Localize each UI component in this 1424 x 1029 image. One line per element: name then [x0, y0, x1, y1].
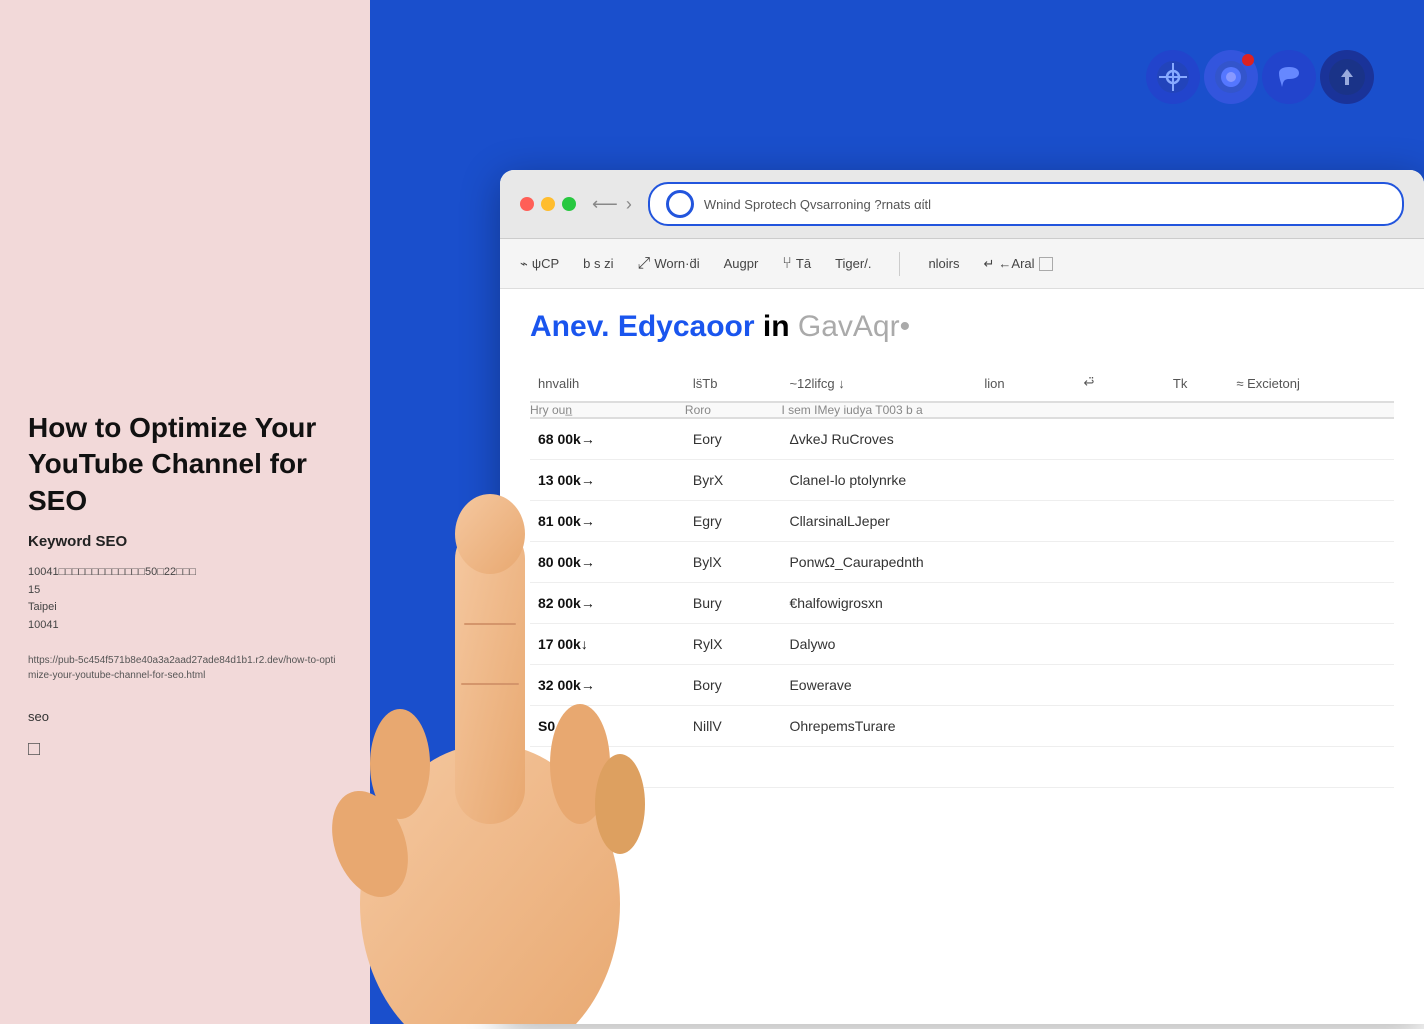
cell-volume: 8F 00k→ — [530, 747, 685, 788]
col-header-2[interactable]: ls̈Tb — [685, 365, 782, 402]
fork-icon: ⑂ — [782, 255, 792, 273]
table-row: 80 00k→ BylX PonwΩ_Caurapednth — [530, 542, 1394, 583]
col-header-5[interactable]: ↩̈ — [1076, 365, 1132, 402]
seo-icon: □ — [28, 738, 342, 761]
sub-header-2: Roro — [685, 402, 782, 418]
social-icons-area — [1146, 50, 1374, 104]
nav-back-icon[interactable]: ⟵ — [592, 194, 618, 215]
cell-col2 — [685, 747, 782, 788]
browser-chrome: ⟵ › Wnind Sprotech Qvsarroning ?rnats αί… — [500, 170, 1424, 239]
cell-col3: CllarsinalLJeper — [781, 501, 1394, 542]
cell-volume: 17 00k↓ — [530, 624, 685, 665]
arrow-icon: ↵ — [984, 256, 995, 272]
cell-col2: ByrX — [685, 460, 782, 501]
cell-col2: Egry — [685, 501, 782, 542]
nav-item-3[interactable]: ⤢ Worn·d̈i — [638, 247, 700, 281]
search-circle-icon — [666, 190, 694, 218]
search-bar-text: Wnind Sprotech Qvsarroning ?rnats αίtl — [704, 197, 1386, 212]
cell-volume: 68 00k→ — [530, 418, 685, 460]
traffic-light-green[interactable] — [562, 197, 576, 211]
cell-col3 — [781, 747, 1394, 788]
col-header-6[interactable] — [1132, 365, 1165, 402]
cell-col3: PonwΩ_Caurapednth — [781, 542, 1394, 583]
cell-col2: RylX — [685, 624, 782, 665]
cell-volume: 32 00k→ — [530, 665, 685, 706]
nav-item-7[interactable]: nloirs — [928, 248, 959, 279]
data-table: hnvalih ls̈Tb ~12lifcg ↓ lion ↩̈ Tk ≈ Ex… — [530, 365, 1394, 788]
cell-volume: 82 00k→ — [530, 583, 685, 624]
browser-navbar: ⌁ ψCP b s zi ⤢ Worn·d̈i Augpr ⑂ Tā Tiger… — [500, 239, 1424, 289]
browser-window: ⟵ › Wnind Sprotech Qvsarroning ?rnats αί… — [500, 170, 1424, 1024]
social-icon-2[interactable] — [1204, 50, 1258, 104]
cell-col3: ClaneI-lo ptolynrke — [781, 460, 1394, 501]
cell-volume: S0 00k→ — [530, 706, 685, 747]
page-title-black: in — [763, 310, 790, 343]
table-row: 82 00k→ Bury €halfowigrosxn — [530, 583, 1394, 624]
table-row: 68 00k→ Eory ΔvkeJ RuCroves — [530, 418, 1394, 460]
nav-item-8[interactable]: ↵ ←Aral — [984, 248, 1053, 280]
cell-col2: Eory — [685, 418, 782, 460]
page-title: Anev. Edycaoor in GavAqr• — [530, 309, 1394, 345]
cell-volume: 13 00k→ — [530, 460, 685, 501]
table-row: 13 00k→ ByrX ClaneI-lo ptolynrke — [530, 460, 1394, 501]
cell-col3: €halfowigrosxn — [781, 583, 1394, 624]
social-icon-3[interactable] — [1262, 50, 1316, 104]
nav-icon-1: ⌁ — [520, 256, 528, 272]
nav-item-6[interactable]: Tiger/. — [835, 248, 871, 279]
col-header-4[interactable]: lion — [976, 365, 1075, 402]
col-header-3[interactable]: ~12lifcg ↓ — [781, 365, 976, 402]
cell-col2: NillV — [685, 706, 782, 747]
table-row: S0 00k→ NillV OhrepemsTurare — [530, 706, 1394, 747]
page-title-blue: Anev. — [530, 310, 618, 343]
browser-content: Anev. Edycaoor in GavAqr• hnvalih ls̈Tb … — [500, 289, 1424, 1024]
table-row: 81 00k→ Egry CllarsinalLJeper — [530, 501, 1394, 542]
cell-col2: Bury — [685, 583, 782, 624]
seo-label: seo — [28, 709, 342, 724]
col-header-1[interactable]: hnvalih — [530, 365, 685, 402]
table-row: 8F 00k→ — [530, 747, 1394, 788]
notification-dot — [1242, 54, 1254, 66]
cell-volume: 81 00k→ — [530, 501, 685, 542]
col-header-7[interactable]: Tk — [1165, 365, 1228, 402]
right-panel: ⟵ › Wnind Sprotech Qvsarroning ?rnats αί… — [370, 0, 1424, 1024]
page-title-gray: GavAqr• — [798, 310, 910, 343]
table-row: 17 00k↓ RylX Dalywo — [530, 624, 1394, 665]
cell-col3: Dalywo — [781, 624, 1394, 665]
nav-forward-icon[interactable]: › — [626, 194, 632, 215]
cell-volume: 80 00k→ — [530, 542, 685, 583]
cell-col2: BylX — [685, 542, 782, 583]
social-icon-4[interactable] — [1320, 50, 1374, 104]
browser-nav: ⟵ › — [592, 194, 632, 215]
sub-header-1: Hry oun̲ — [530, 402, 685, 418]
nav-item-2[interactable]: b s zi — [583, 248, 613, 279]
nav-item-5[interactable]: ⑂ Tā — [782, 247, 811, 281]
table-row: 32 00k→ Bory Eowerave — [530, 665, 1394, 706]
left-panel: How to Optimize Your YouTube Channel for… — [0, 0, 370, 1024]
keyword-label: Keyword SEO — [28, 533, 342, 550]
traffic-lights — [520, 197, 576, 211]
share-icon: ⤢ — [638, 255, 651, 273]
sub-header-3: I sem IMey iudya T003 b a — [781, 402, 1075, 418]
article-url[interactable]: https://pub-5c454f571b8e40a3a2aad27ade84… — [28, 653, 342, 683]
social-icon-1[interactable] — [1146, 50, 1200, 104]
nav-divider — [899, 252, 900, 276]
page-title-bold: Edycaoor — [618, 310, 755, 343]
nav-item-4[interactable]: Augpr — [724, 248, 759, 279]
cell-col3: Eowerave — [781, 665, 1394, 706]
cell-col2: Bory — [685, 665, 782, 706]
sub-header-4 — [1076, 402, 1394, 418]
traffic-light-red[interactable] — [520, 197, 534, 211]
col-header-8[interactable]: ≈ Excietonj — [1228, 365, 1394, 402]
browser-search-bar[interactable]: Wnind Sprotech Qvsarroning ?rnats αίtl — [648, 182, 1404, 226]
traffic-light-yellow[interactable] — [541, 197, 555, 211]
cell-col3: ΔvkeJ RuCroves — [781, 418, 1394, 460]
cell-col3: OhrepemsTurare — [781, 706, 1394, 747]
checkbox-icon — [1039, 257, 1053, 271]
meta-info: 10041□□□□□□□□□□□□□50□22□□□ 15 Taipei 100… — [28, 564, 342, 634]
article-title: How to Optimize Your YouTube Channel for… — [28, 410, 342, 519]
nav-item-1[interactable]: ⌁ ψCP — [520, 248, 559, 280]
